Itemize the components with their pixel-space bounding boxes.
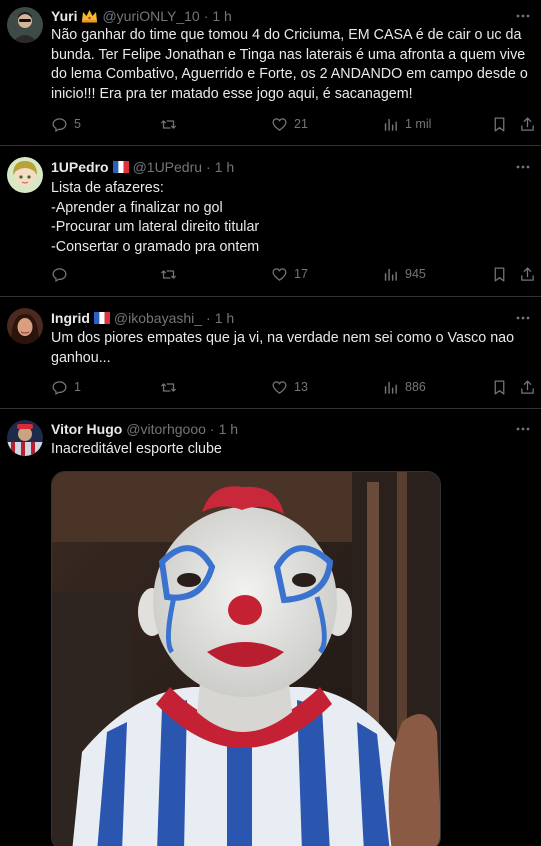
tweet-text-line: -Consertar o gramado pra ontem [51, 238, 260, 255]
france-flag-icon [93, 312, 110, 324]
view-count: 945 [405, 267, 426, 281]
tweet-text-line: Inacreditável esporte clube [51, 441, 222, 457]
avatar[interactable] [7, 7, 43, 43]
share-icon [521, 266, 534, 281]
bookmark-icon [494, 379, 505, 395]
tweet-text-line: Lista de afazeres: [51, 180, 164, 196]
tweet-actions: 17 945 [51, 264, 535, 284]
timestamp[interactable]: 1 h [215, 159, 234, 175]
tweet-text: Inacreditável esporte clube [51, 440, 535, 460]
avatar[interactable] [7, 420, 43, 456]
views-button[interactable]: 886 [382, 377, 426, 397]
timestamp[interactable]: 1 h [215, 310, 234, 326]
separator-dot: · [209, 421, 215, 437]
bookmark-button[interactable] [491, 264, 508, 284]
view-count: 886 [405, 380, 426, 394]
tweet-text-line: Não ganhar do time que tomou 4 do Criciu… [51, 27, 522, 43]
separator-dot: · [206, 159, 211, 175]
crown-emoji-icon [81, 9, 98, 23]
share-button[interactable] [519, 377, 536, 397]
repost-button[interactable] [160, 264, 183, 284]
heart-icon [272, 267, 287, 281]
like-count: 13 [294, 380, 308, 394]
more-options-icon[interactable] [515, 8, 531, 24]
tweet-text-line: -Procurar um lateral direito titular [51, 219, 260, 235]
bookmark-button[interactable] [491, 377, 508, 397]
share-button[interactable] [519, 264, 536, 284]
reply-icon [52, 380, 67, 395]
repost-icon [161, 269, 176, 279]
display-name[interactable]: Ingrid [51, 310, 90, 326]
reply-count: 1 [74, 380, 81, 394]
views-chart-icon [384, 268, 397, 281]
tweet-header: Yuri @yuriONLY_10 · 1 h [51, 7, 232, 25]
tweet-text-line: do lema Combativo, Aguerrido e Forte, os… [51, 66, 528, 82]
more-options-icon[interactable] [515, 159, 531, 175]
user-handle[interactable]: @1UPedru [133, 159, 202, 175]
reply-button[interactable] [51, 264, 74, 284]
more-options-icon[interactable] [515, 310, 531, 326]
tweet[interactable]: Ingrid @ikobayashi_ · 1 h Um dos piores … [0, 297, 541, 409]
reply-button[interactable]: 1 [51, 377, 81, 397]
display-name[interactable]: Vitor Hugo [51, 421, 122, 437]
bookmark-button[interactable] [491, 114, 508, 134]
tweet-text-line: ganhou... [51, 349, 111, 366]
like-button[interactable]: 21 [271, 114, 308, 134]
reply-icon [52, 117, 67, 132]
tweet-header: 1UPedro @1UPedru · 1 h [51, 158, 234, 176]
user-handle[interactable]: @yuriONLY_10 [102, 8, 199, 24]
separator-dot: · [206, 310, 211, 326]
reply-count: 5 [74, 117, 81, 131]
reply-button[interactable]: 5 [51, 114, 81, 134]
like-count: 17 [294, 267, 308, 281]
tweet-text-line: -Aprender a finalizar no gol [51, 199, 223, 216]
tweet-header: Vitor Hugo @vitorhgooo · 1 h [51, 420, 238, 438]
tweet-text: Um dos piores empates que ja vi, na verd… [51, 329, 535, 368]
photo-image [52, 472, 440, 846]
avatar[interactable] [7, 308, 43, 344]
share-button[interactable] [519, 114, 536, 134]
separator-dot: · [203, 8, 209, 24]
heart-icon [272, 117, 287, 131]
user-handle[interactable]: @vitorhgooo [126, 421, 206, 437]
user-handle[interactable]: @ikobayashi_ [114, 310, 202, 326]
views-button[interactable]: 945 [382, 264, 426, 284]
repost-icon [161, 382, 176, 392]
tweet-header: Ingrid @ikobayashi_ · 1 h [51, 309, 234, 327]
tweet-text-line: inicio!!! Era pra ter matado esse jogo a… [51, 85, 413, 102]
repost-button[interactable] [160, 114, 183, 134]
like-button[interactable]: 17 [271, 264, 308, 284]
like-button[interactable]: 13 [271, 377, 308, 397]
display-name[interactable]: 1UPedro [51, 159, 109, 175]
repost-button[interactable] [160, 377, 183, 397]
heart-icon [272, 380, 287, 394]
tweet-text: Lista de afazeres: -Aprender a finalizar… [51, 179, 535, 257]
reply-icon [52, 267, 67, 282]
views-chart-icon [384, 381, 397, 394]
tweet-media-photo[interactable] [51, 471, 441, 846]
views-button[interactable]: 1 mil [382, 114, 431, 134]
view-count: 1 mil [405, 117, 432, 131]
like-count: 21 [294, 117, 308, 131]
france-flag-icon [112, 161, 129, 173]
more-options-icon[interactable] [515, 421, 531, 437]
timestamp[interactable]: 1 h [212, 8, 231, 24]
tweet-text-line: bunda. Ter Felipe Jonathan e Tinga nas l… [51, 46, 526, 63]
timestamp[interactable]: 1 h [219, 421, 238, 437]
bookmark-icon [494, 116, 505, 132]
tweet[interactable]: Yuri @yuriONLY_10 · 1 h Não ganhar do ti… [0, 0, 541, 146]
avatar[interactable] [7, 157, 43, 193]
share-icon [521, 116, 534, 131]
tweet-actions: 5 21 1 mil [51, 114, 535, 134]
bookmark-icon [494, 266, 505, 282]
tweet[interactable]: 1UPedro @1UPedru · 1 h Lista de afazeres… [0, 146, 541, 297]
display-name[interactable]: Yuri [51, 8, 77, 24]
share-icon [521, 379, 534, 394]
tweet-actions: 1 13 886 [51, 377, 535, 397]
repost-icon [161, 119, 176, 129]
tweet-text-line: Um dos piores empates que ja vi, na verd… [51, 330, 515, 346]
tweet-text: Não ganhar do time que tomou 4 do Criciu… [51, 26, 535, 104]
views-chart-icon [384, 118, 397, 131]
